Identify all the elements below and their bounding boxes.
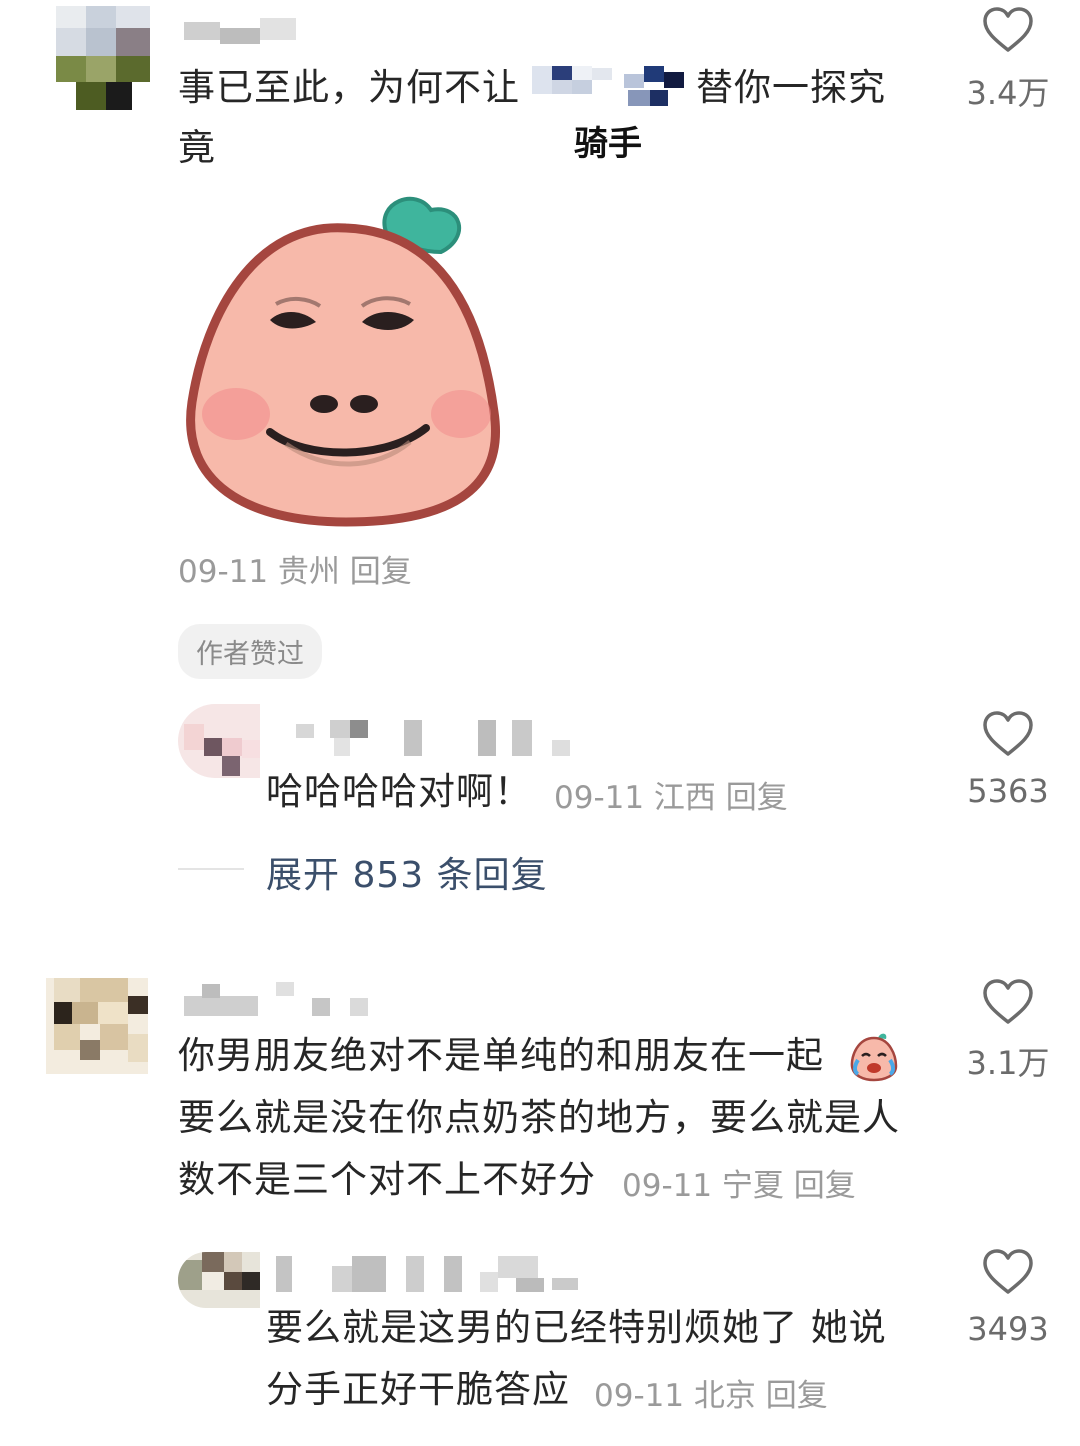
heart-outline-icon [983, 979, 1033, 1024]
reply-text-line1: 要么就是这男的已经特别烦她了 她说 [266, 1306, 887, 1349]
comment-meta: 09-11 宁夏 回复 [622, 1168, 856, 1204]
reply-meta: 09-11 江西 回复 [554, 780, 788, 816]
comment-2: 你男朋友绝对不是单纯的和朋友在一起 要么就是没在你点奶茶的地方，要么就是人 数不… [0, 960, 1080, 1440]
reply-username-mosaic[interactable] [296, 718, 576, 758]
reply-text-line2: 分手正好干脆答应 [266, 1368, 570, 1411]
reply-username-mosaic[interactable] [276, 1256, 586, 1296]
heart-outline-icon [983, 711, 1033, 756]
like-button[interactable]: 3.1万 [948, 976, 1068, 1086]
comment-1: 事已至此，为何不让 替你一探究 竟 骑手 3.4万 09-11 贵州 回复 作者… [0, 0, 1080, 900]
avatar[interactable] [46, 978, 148, 1074]
peach-face-sticker[interactable] [186, 192, 506, 532]
expand-divider [178, 868, 244, 870]
reply-meta: 09-11 北京 回复 [594, 1378, 828, 1414]
like-button[interactable]: 3.4万 [948, 4, 1068, 114]
reply-like-button[interactable]: 5363 [948, 708, 1068, 818]
username-mosaic[interactable] [184, 18, 296, 46]
reply-like-button[interactable]: 3493 [948, 1246, 1068, 1356]
heart-outline-icon [983, 7, 1033, 52]
comment-text-line2: 竟 [178, 126, 216, 169]
mention-mosaic [532, 66, 686, 112]
comment-text-line1: 事已至此，为何不让 [178, 66, 520, 109]
reply-avatar[interactable] [178, 1252, 260, 1308]
comment-meta: 09-11 贵州 回复 [178, 554, 412, 590]
avatar[interactable] [56, 6, 150, 110]
heart-outline-icon [983, 1249, 1033, 1294]
reply-like-count: 5363 [967, 772, 1049, 810]
crying-peach-emoji [850, 1033, 898, 1082]
comment-text-line1b: 替你一探究 [696, 66, 886, 109]
like-count: 3.1万 [966, 1044, 1050, 1082]
expand-replies-link[interactable]: 展开 853 条回复 [266, 846, 548, 898]
reply-like-count: 3493 [967, 1310, 1049, 1348]
comment-text-line3: 数不是三个对不上不好分 [178, 1158, 596, 1201]
reply-avatar[interactable] [178, 704, 260, 778]
reply-text: 哈哈哈哈对啊！ [266, 770, 532, 813]
author-liked-badge: 作者赞过 [178, 624, 322, 679]
comment-text-line1: 你男朋友绝对不是单纯的和朋友在一起 [178, 1034, 824, 1077]
like-count: 3.4万 [966, 74, 1050, 112]
inline-label: 骑手 [574, 124, 642, 164]
sticker-image [186, 196, 500, 527]
comment-text-line2: 要么就是没在你点奶茶的地方，要么就是人 [178, 1096, 900, 1139]
username-mosaic[interactable] [184, 980, 374, 1020]
